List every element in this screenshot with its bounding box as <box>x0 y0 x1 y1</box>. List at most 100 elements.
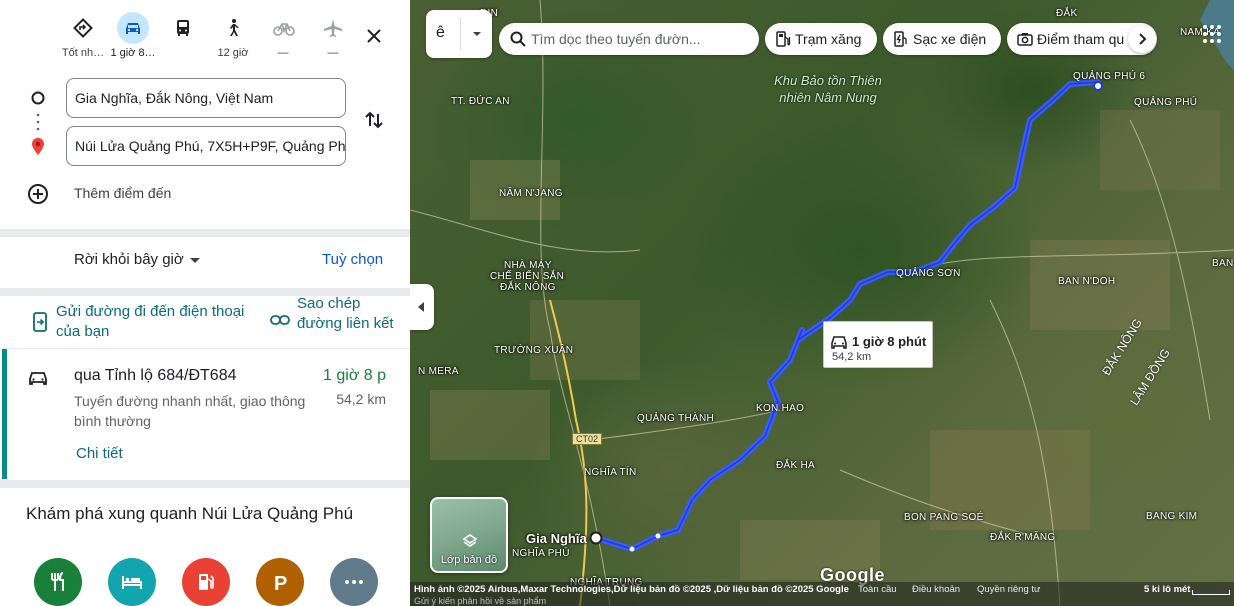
collapse-panel-button[interactable] <box>410 284 434 330</box>
explore-more-button[interactable] <box>330 558 378 606</box>
explore-hotels-button[interactable] <box>108 558 156 606</box>
send-to-phone-button[interactable]: Gửi đường đi đến điện thoại của bạn <box>30 300 250 344</box>
dropdown-caret-icon <box>473 32 481 36</box>
origin-circle-icon <box>31 91 45 105</box>
map-footer: Hình ảnh ©2025 Airbus,Maxar Technologies… <box>410 582 1234 606</box>
chip-label: Sạc xe điện <box>913 31 987 47</box>
scale-label: 5 ki lô mét <box>1144 584 1191 595</box>
route-info-bubble[interactable]: 1 giờ 8 phút 54,2 km <box>823 321 933 368</box>
route-title: qua Tỉnh lộ 684/ĐT684 <box>74 367 237 384</box>
place-label: ĐẮK R'MĂNG <box>990 532 1056 543</box>
route-diamond-icon <box>67 12 99 44</box>
directions-panel: Tốt nh… 1 giờ 8… 12 giờ — — Gia Nghĩa, Đ… <box>0 0 410 606</box>
travel-mode-car[interactable]: 1 giờ 8… <box>109 12 157 64</box>
destination-marker[interactable] <box>1093 81 1103 91</box>
travel-mode-transit[interactable] <box>159 12 207 64</box>
explore-parking-button[interactable]: P <box>256 558 304 606</box>
travel-mode-best[interactable]: Tốt nh… <box>59 12 107 64</box>
plane-icon <box>317 12 349 44</box>
depart-time-dropdown[interactable]: Rời khỏi bây giờ <box>74 251 184 268</box>
options-button[interactable]: Tuỳ chọn <box>322 251 383 268</box>
layers-icon <box>462 534 478 547</box>
close-icon <box>367 29 381 43</box>
chevron-left-icon <box>418 302 424 312</box>
chip-ev-charging[interactable]: Sạc xe điện <box>883 23 1001 55</box>
link-icon <box>270 315 290 325</box>
origin-marker[interactable] <box>589 531 603 545</box>
place-label: TT. ĐỨC AN <box>451 96 510 107</box>
place-label: NÂM N'JANG <box>499 188 563 199</box>
more-icon <box>345 580 363 584</box>
route-node <box>629 546 635 552</box>
walking-icon <box>217 12 249 44</box>
map-layers-button[interactable]: Lớp bản đồ <box>430 497 508 573</box>
travel-mode-walk[interactable]: 12 giờ <box>209 12 257 64</box>
travel-mode-flight[interactable]: — <box>309 12 357 64</box>
privacy-link[interactable]: Quyền riêng tư <box>977 584 1040 595</box>
explore-restaurants-button[interactable] <box>34 558 82 606</box>
car-icon <box>29 372 47 385</box>
origin-field[interactable]: Gia Nghĩa, Đắk Nông, Việt Nam <box>66 78 346 118</box>
route-description: Tuyến đường nhanh nhất, giao thông bình … <box>74 393 306 429</box>
route-details-link[interactable]: Chi tiết <box>76 445 123 462</box>
travel-mode-label: 1 giờ 8… <box>110 47 156 59</box>
route-node <box>655 533 661 539</box>
ev-charger-icon <box>894 31 907 47</box>
send-phone-icon <box>33 312 47 332</box>
place-label: QUẢNG SƠN <box>896 268 961 279</box>
search-input[interactable] <box>531 28 751 50</box>
divider <box>0 229 410 237</box>
destination-field[interactable]: Núi Lửa Quảng Phú, 7X5H+P9F, Quảng Phú <box>66 126 346 166</box>
chips-scroll-right-button[interactable] <box>1128 25 1156 53</box>
google-apps-button[interactable] <box>1202 24 1222 44</box>
travel-mode-label: Tốt nh… <box>61 47 105 59</box>
travel-mode-label: 12 giờ <box>217 47 249 59</box>
search-along-route <box>499 23 759 55</box>
bubble-distance: 54,2 km <box>832 351 872 363</box>
add-destination-button[interactable]: Thêm điểm đến <box>26 182 366 206</box>
highway-shield: CT02 <box>572 433 603 445</box>
divider <box>460 18 461 50</box>
satellite-map[interactable]: TT. ĐỨC AN NÂM N'JANG NHÀ MÁY CHẾ BIẾN S… <box>410 0 1234 606</box>
waypoint-dots-icon <box>36 113 40 131</box>
car-icon <box>831 336 847 349</box>
place-label: BANG KIM <box>1146 511 1198 522</box>
restaurant-icon <box>51 572 64 591</box>
place-label: N MERA <box>418 366 459 377</box>
map-attribution: Hình ảnh ©2025 Airbus,Maxar Technologies… <box>414 584 849 595</box>
gas-station-icon <box>199 574 214 590</box>
explore-gas-stations-button[interactable] <box>182 558 230 606</box>
parking-icon: P <box>274 573 287 594</box>
gas-pump-icon <box>776 31 791 47</box>
travel-mode-bar: Tốt nh… 1 giờ 8… 12 giờ — — <box>0 0 410 72</box>
place-label: NGHĨA PHÚ <box>512 548 570 559</box>
travel-mode-bike[interactable]: — <box>259 12 307 64</box>
swap-waypoints-button[interactable] <box>360 106 388 134</box>
add-destination-label: Thêm điểm đến <box>74 185 172 201</box>
svg-text:P: P <box>274 573 287 594</box>
scale-bar <box>1192 590 1230 595</box>
place-label: KON HAO <box>756 403 805 414</box>
route-option-card[interactable]: qua Tỉnh lộ 684/ĐT684 1 giờ 8 p Tuyến đư… <box>0 348 410 480</box>
chip-gas-stations[interactable]: Trạm xăng <box>765 23 877 55</box>
terms-link[interactable]: Điều khoản <box>912 584 960 595</box>
copy-link-button[interactable]: Sao chép đường liên kết <box>270 296 400 342</box>
region-link[interactable]: Toàn cầu <box>858 584 897 595</box>
place-label: NHÀ MÁY <box>504 260 552 271</box>
origin-place-label: Gia Nghĩa <box>526 531 587 546</box>
place-label: BAN <box>1212 258 1234 269</box>
nature-reserve-label: Khu Bảo tồn Thiên nhiên Nâm Nung <box>774 73 882 105</box>
language-button[interactable]: ê <box>426 10 492 58</box>
place-label: BAN N'DOH <box>1058 276 1116 287</box>
place-label: ĐẮK HA <box>776 460 816 471</box>
travel-mode-label: — <box>277 47 289 59</box>
close-directions-button[interactable] <box>360 22 388 50</box>
place-label: ĐẮK <box>1056 8 1078 19</box>
divider <box>0 288 410 296</box>
copy-link-label: Sao chép đường liên kết <box>297 296 394 332</box>
language-glyph: ê <box>436 24 445 41</box>
swap-arrows-icon <box>365 111 383 129</box>
add-circle-icon <box>28 184 48 204</box>
feedback-link[interactable]: Gửi ý kiến phản hồi về sản phẩm <box>414 596 546 606</box>
bicycle-icon <box>267 12 299 44</box>
